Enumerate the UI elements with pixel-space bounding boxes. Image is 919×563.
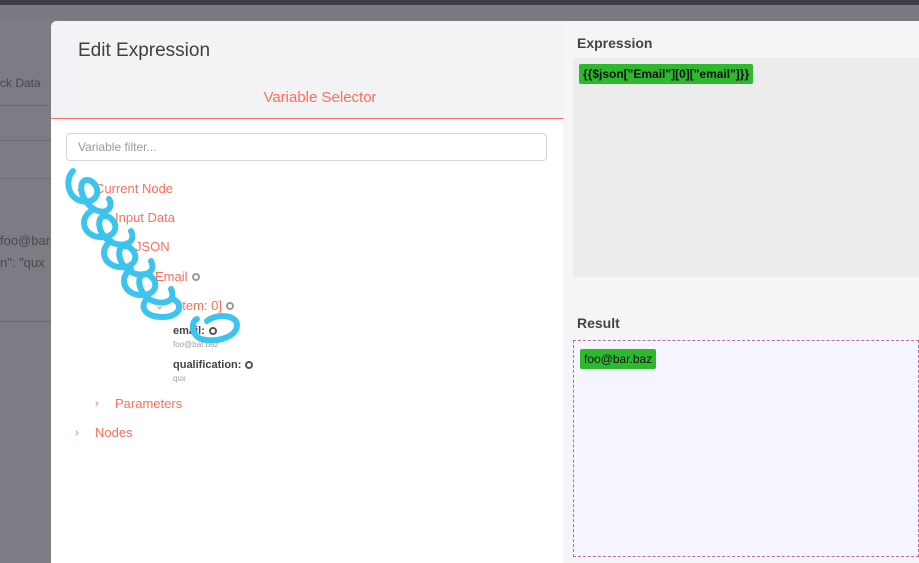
variable-filter-input[interactable] [66, 133, 547, 161]
tree-node-email[interactable]: ⌄ Email [135, 269, 200, 284]
expression-panel: Expression {{$json["Email"][0]["email"]}… [563, 21, 919, 563]
background-qual-fragment: n": "qux [0, 255, 45, 270]
tree-node-label: Input Data [115, 210, 175, 225]
expression-value: {{$json["Email"][0]["email"]}} [579, 64, 754, 84]
tree-leaf-key: qualification: [173, 359, 254, 371]
tree-node-label: Parameters [115, 396, 183, 411]
circle-dot-icon[interactable] [191, 272, 200, 281]
dialog-title: Edit Expression [78, 40, 211, 61]
expression-editor[interactable]: {{$json["Email"][0]["email"]}} [573, 58, 919, 277]
chevron-down-icon: ⌄ [115, 241, 125, 253]
tree-node-label: Nodes [95, 425, 133, 440]
variable-selector-title: Variable Selector [263, 89, 377, 106]
edit-expression-dialog: Edit Expression Variable Selector ⌄ Curr… [51, 21, 919, 563]
tree-node-item-0[interactable]: ⌄ [Item: 0] [155, 298, 234, 313]
tree-node-nodes[interactable]: › Nodes [75, 425, 133, 440]
tree-node-label: JSON [135, 239, 170, 254]
background-divider [0, 178, 52, 179]
tree-node-current-node[interactable]: ⌄ Current Node [75, 181, 173, 196]
circle-dot-icon[interactable] [208, 327, 217, 335]
chevron-down-icon: ⌄ [135, 271, 145, 283]
background-divider [0, 105, 52, 106]
tree-leaf-key-label: email: [173, 325, 205, 337]
tree-node-label: Current Node [95, 181, 174, 196]
tree-node-label: Email [155, 269, 188, 284]
circle-dot-icon[interactable] [245, 361, 254, 369]
result-value: foo@bar.baz [580, 349, 657, 369]
chevron-right-icon: › [95, 397, 99, 410]
tree-leaf-key: email: [173, 325, 217, 337]
tree-leaf-key-label: qualification: [173, 359, 242, 371]
chevron-right-icon: › [75, 426, 79, 439]
variable-selector-underline [51, 118, 563, 119]
background-tab-fragment: ck Data [0, 76, 41, 90]
chevron-down-icon: ⌄ [95, 212, 105, 224]
tree-node-json[interactable]: ⌄ JSON [115, 239, 170, 254]
background-divider [0, 321, 52, 322]
tree-leaf-value: qux [173, 374, 186, 383]
result-label: Result [577, 315, 620, 331]
tree-leaf-qualification[interactable]: qualification: qux [173, 355, 254, 383]
dialog-header: Edit Expression Variable Selector [51, 21, 563, 119]
circle-dot-icon[interactable] [225, 301, 234, 310]
chevron-down-icon: ⌄ [75, 183, 85, 195]
tree-leaf-email[interactable]: email: foo@bar.baz [173, 321, 218, 349]
expression-label: Expression [577, 35, 653, 51]
tree-node-input-data[interactable]: ⌄ Input Data [95, 210, 175, 225]
result-box: foo@bar.baz [573, 340, 919, 557]
variable-selector-panel: Edit Expression Variable Selector ⌄ Curr… [51, 21, 563, 563]
tree-leaf-value: foo@bar.baz [173, 340, 219, 349]
background-divider [0, 140, 52, 141]
app-top-bar [0, 0, 919, 5]
tree-node-parameters[interactable]: › Parameters [95, 396, 182, 411]
chevron-down-icon: ⌄ [155, 300, 165, 312]
tree-node-label: [Item: 0] [175, 298, 222, 313]
